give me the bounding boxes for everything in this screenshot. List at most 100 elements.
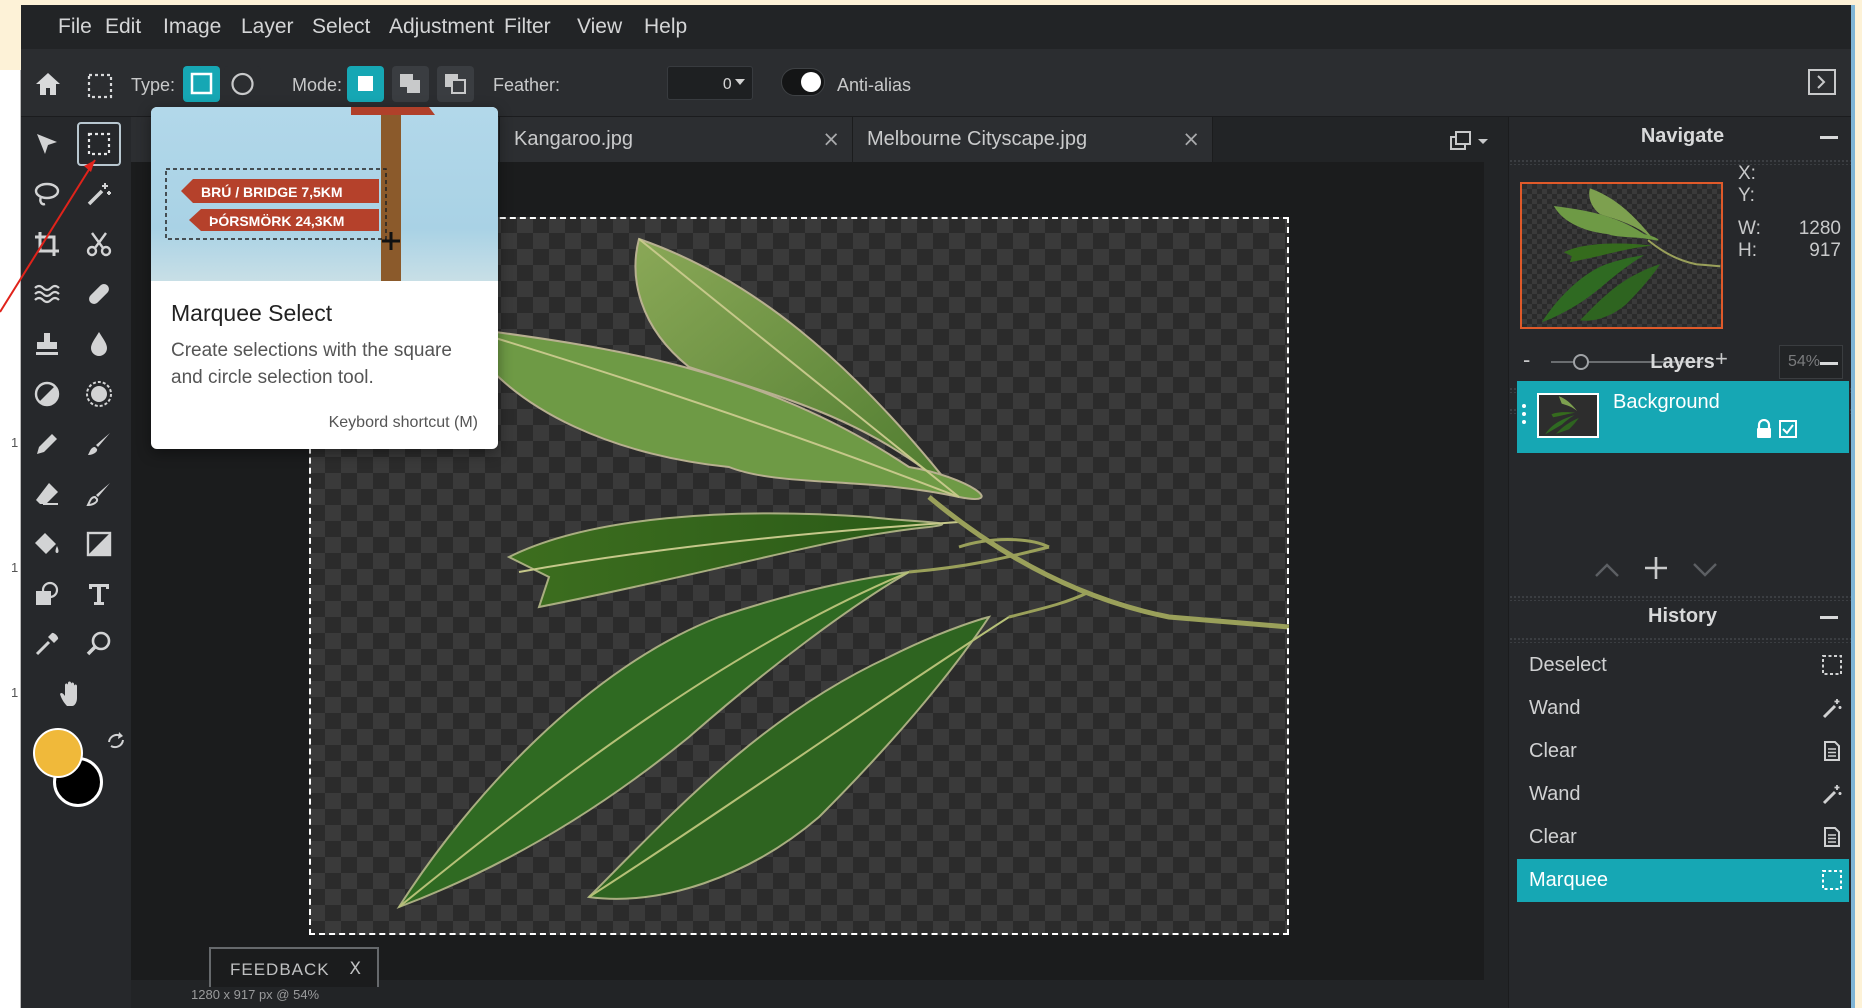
mode-subtract-button[interactable] (437, 66, 474, 102)
hand-icon (60, 681, 77, 706)
history-item[interactable]: Wand (1517, 687, 1849, 730)
antialias-toggle[interactable] (781, 68, 825, 96)
history-item-label: Deselect (1529, 654, 1607, 676)
marquee-tool[interactable] (77, 122, 121, 166)
antialias-label: Anti-alias (837, 75, 912, 95)
hand-tool[interactable] (51, 672, 95, 716)
lock-icon[interactable] (1755, 419, 1773, 439)
navigator-thumbnail[interactable] (1520, 182, 1723, 329)
move-layer-down-icon[interactable] (1691, 561, 1719, 579)
menu-layer[interactable]: Layer (241, 15, 294, 39)
tab-kangaroo[interactable]: Kangaroo.jpg × (500, 117, 853, 162)
close-icon[interactable]: × (822, 127, 840, 151)
menu-help[interactable]: Help (644, 15, 687, 39)
visibility-checkbox-icon[interactable] (1779, 420, 1797, 438)
layer-name: Background (1613, 391, 1720, 413)
smart-brush-tool[interactable] (77, 472, 121, 516)
waves-icon (34, 284, 60, 304)
move-tool[interactable] (25, 122, 69, 166)
history-item[interactable]: Deselect (1517, 644, 1849, 687)
paint-bucket-icon (35, 533, 59, 554)
minimize-icon[interactable] (1820, 362, 1838, 365)
zoom-tool[interactable] (77, 622, 121, 666)
sign-top-text: BRÚ / BRIDGE 7,5KM (201, 183, 343, 200)
tab-melbourne-cityscape[interactable]: Melbourne Cityscape.jpg × (853, 117, 1213, 162)
feedback-button[interactable]: FEEDBACK X (209, 947, 379, 987)
mode-add-icon (400, 74, 420, 93)
home-icon[interactable] (34, 71, 62, 97)
bandage-icon (89, 284, 109, 304)
crop-tool[interactable] (25, 222, 69, 266)
tool-tooltip: BRÚ / BRIDGE 7,5KM ÞÓRSMÖRK 24,3KM Marqu… (151, 107, 498, 449)
brush-icon (88, 433, 110, 455)
h-label: H: (1738, 240, 1757, 261)
foreground-color-swatch[interactable] (33, 728, 83, 778)
mode-add-button[interactable] (392, 66, 429, 102)
feedback-label: FEEDBACK (230, 960, 330, 979)
rectangle-icon (190, 72, 213, 95)
layers-panel-header[interactable]: Layers (1509, 343, 1855, 383)
close-icon[interactable]: × (1182, 127, 1200, 151)
layer-item[interactable]: Background (1517, 381, 1849, 453)
magic-wand-tool[interactable] (77, 172, 121, 216)
history-item[interactable]: Clear (1517, 816, 1849, 859)
x-label: X: (1738, 163, 1756, 184)
w-label: W: (1738, 218, 1761, 239)
marquee-icon (1822, 655, 1842, 675)
gradient-tool[interactable] (77, 522, 121, 566)
vertical-scrollbar[interactable] (1484, 162, 1508, 980)
navigate-title: Navigate (1640, 125, 1725, 147)
feather-select[interactable]: 0 (667, 66, 753, 100)
window-arrange-icon[interactable] (1449, 129, 1491, 153)
history-item-label: Wand (1529, 697, 1581, 719)
right-panel: Navigate X: Y: W: H: 1280 917 - + 54% La… (1508, 117, 1855, 1008)
menu-view[interactable]: View (577, 15, 622, 39)
rectangle-type-button[interactable] (183, 66, 220, 102)
pencil-tool[interactable] (25, 422, 69, 466)
navigate-panel-header[interactable]: Navigate (1509, 117, 1855, 157)
photo-editor-window: File Edit Image Layer Select Adjustment … (21, 5, 1855, 1008)
menu-image[interactable]: Image (163, 15, 221, 39)
shape-tool[interactable] (25, 572, 69, 616)
move-layer-up-icon[interactable] (1593, 561, 1621, 579)
ellipse-type-button[interactable] (224, 66, 261, 102)
minimize-icon[interactable] (1820, 616, 1838, 619)
history-item-active[interactable]: Marquee (1517, 859, 1849, 902)
panel-divider (1509, 637, 1855, 643)
window-right-border (1851, 5, 1855, 1008)
menu-file[interactable]: File (58, 15, 92, 39)
eraser-tool[interactable] (25, 472, 69, 516)
tooltip-shortcut: Keybord shortcut (M) (328, 414, 478, 431)
menu-filter[interactable]: Filter (504, 15, 551, 39)
liquify-tool[interactable] (25, 272, 69, 316)
menu-adjustment[interactable]: Adjustment (389, 15, 494, 39)
add-layer-icon[interactable] (1643, 555, 1669, 581)
drag-handle-icon[interactable] (1521, 403, 1527, 429)
menu-select[interactable]: Select (312, 15, 370, 39)
blur-tool[interactable] (77, 322, 121, 366)
lasso-tool[interactable] (25, 172, 69, 216)
history-panel-header[interactable]: History (1509, 597, 1855, 637)
eyedropper-tool[interactable] (25, 622, 69, 666)
heal-tool[interactable] (77, 272, 121, 316)
feedback-close-icon[interactable]: X (349, 959, 361, 979)
menu-edit[interactable]: Edit (105, 15, 141, 39)
tab-label: Kangaroo.jpg (514, 128, 633, 150)
brush-tool[interactable] (77, 422, 121, 466)
minimize-icon[interactable] (1820, 136, 1838, 139)
text-tool[interactable] (77, 572, 121, 616)
sponge-tool[interactable] (77, 372, 121, 416)
y-label: Y: (1738, 185, 1755, 206)
history-item[interactable]: Clear (1517, 730, 1849, 773)
cut-tool[interactable] (77, 222, 121, 266)
collapse-panels-icon[interactable] (1807, 67, 1837, 97)
document-icon (1824, 827, 1840, 847)
dodge-burn-tool[interactable] (25, 372, 69, 416)
clone-stamp-tool[interactable] (25, 322, 69, 366)
type-label: Type: (131, 75, 176, 95)
lasso-icon (34, 182, 60, 206)
history-item[interactable]: Wand (1517, 773, 1849, 816)
fill-tool[interactable] (25, 522, 69, 566)
swap-colors-icon[interactable] (105, 730, 127, 752)
mode-new-button[interactable] (347, 66, 384, 102)
